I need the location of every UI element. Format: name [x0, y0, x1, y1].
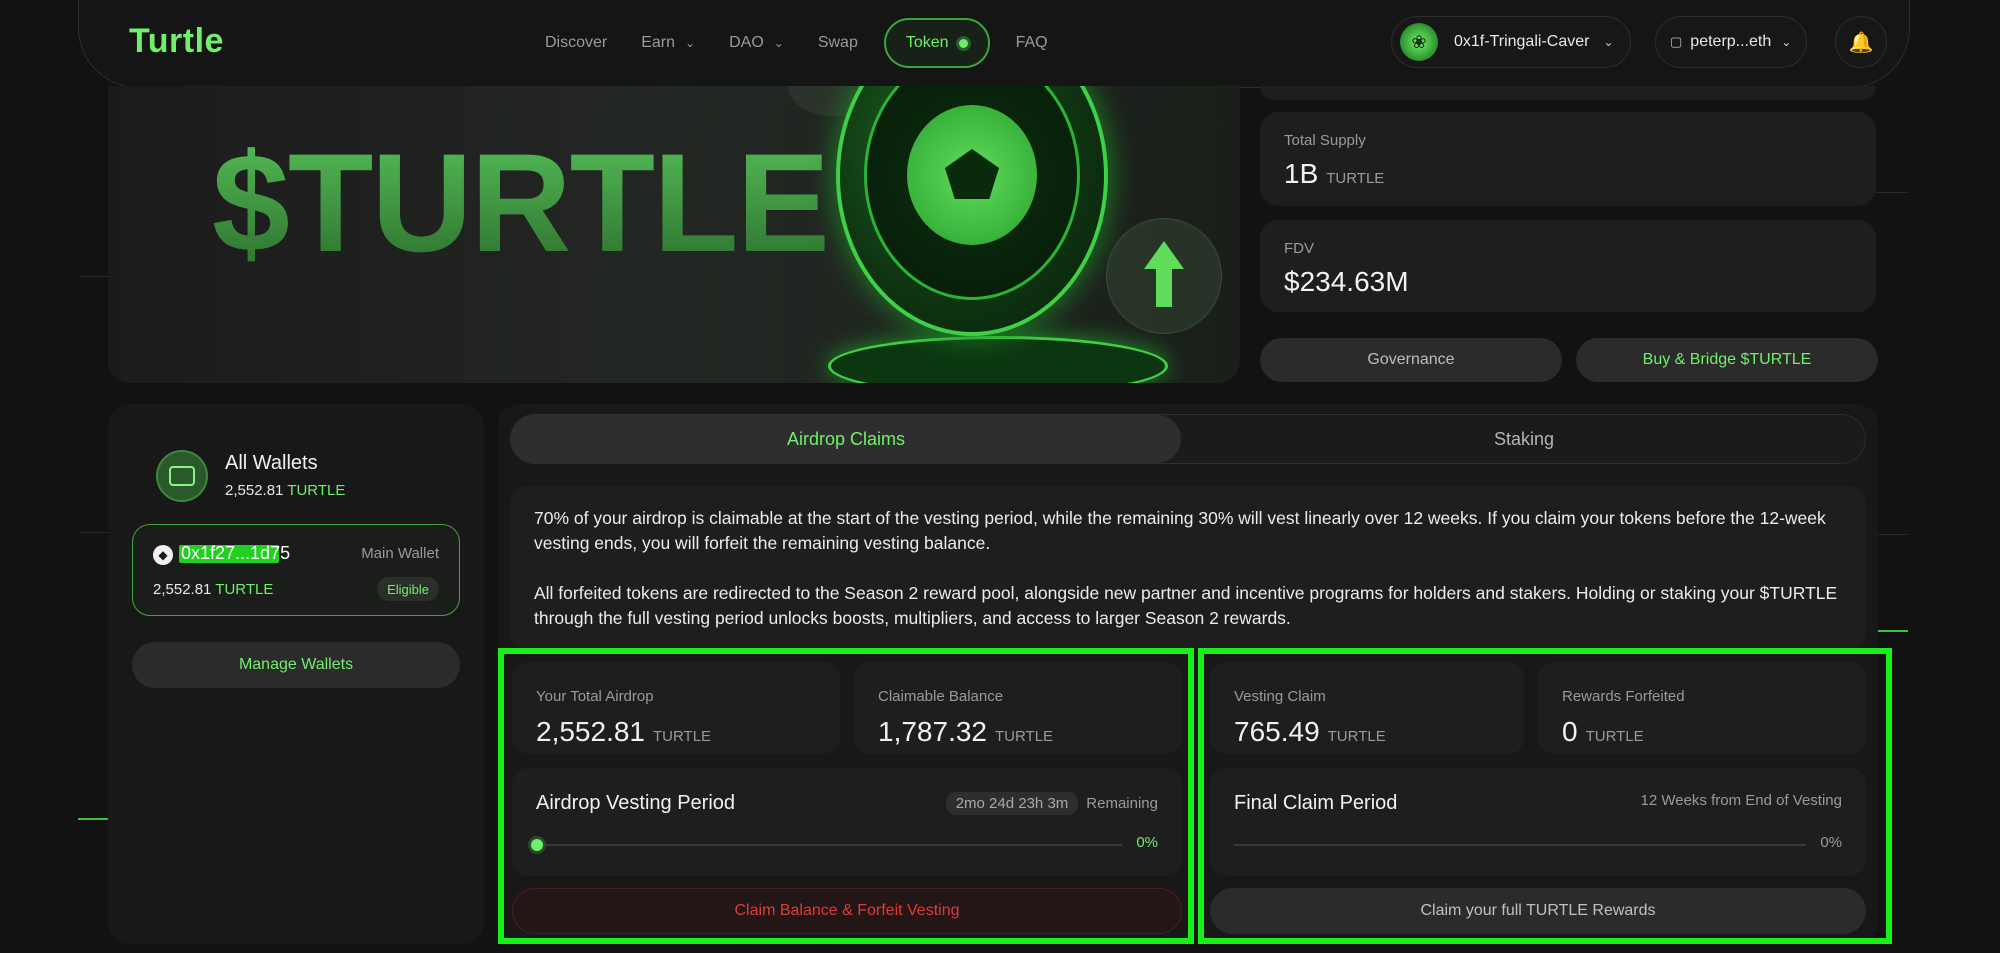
airdrop-info: 70% of your airdrop is claimable at the … — [510, 486, 1866, 650]
total-supply-card: Total Supply 1B TURTLE — [1260, 112, 1876, 206]
nav-link-label: Earn — [641, 34, 676, 51]
wallet-icon — [156, 450, 208, 502]
bg-line — [78, 818, 108, 820]
account-name: 0x1f-Tringali-Caver — [1454, 33, 1590, 50]
tab-staking[interactable]: Staking — [1181, 415, 1867, 463]
arrow-bubble — [1106, 218, 1222, 334]
total-supply-value: 1B — [1284, 158, 1319, 189]
ens-selector[interactable]: ▢ peterp...eth ⌄ — [1655, 16, 1807, 68]
avatar: ❀ — [1400, 23, 1438, 61]
wallets-panel: All Wallets 2,552.81 TURTLE ◆ 0x1f27...1… — [108, 404, 484, 944]
stat-label: FDV — [1284, 240, 1314, 257]
wallet-amount: 2,552.81 TURTLE — [153, 581, 273, 598]
wallet-item[interactable]: ◆ 0x1f27...1d75 Main Wallet 2,552.81 TUR… — [132, 524, 460, 616]
active-dot-icon — [958, 38, 968, 48]
nav-link-label: Token — [905, 34, 949, 51]
ethereum-icon: ◆ — [153, 545, 173, 565]
unit-label: TURTLE — [1326, 170, 1385, 187]
stat-card-top — [1260, 86, 1876, 100]
all-wallets-title: All Wallets — [225, 452, 318, 474]
stat-label: Total Supply — [1284, 132, 1366, 149]
nav-link-label: DAO — [729, 34, 764, 51]
tab-bar: Airdrop Claims Staking — [510, 414, 1866, 464]
highlight-box — [498, 648, 1194, 944]
status-badge: Eligible — [377, 577, 439, 601]
notifications-button[interactable]: 🔔 — [1835, 16, 1887, 68]
manage-wallets-button[interactable]: Manage Wallets — [132, 642, 460, 688]
nav-link-label: Discover — [545, 34, 608, 51]
wallet-address: 0x1f27...1d75 — [181, 543, 291, 563]
bg-line — [1876, 534, 1908, 535]
bg-line — [1876, 192, 1908, 193]
arrow-up-icon — [1144, 241, 1184, 311]
turtle-coin-icon — [836, 86, 1108, 336]
coin-face — [864, 86, 1080, 300]
nav-link-discover[interactable]: Discover — [545, 34, 607, 52]
nav-link-token[interactable]: Token — [883, 18, 990, 68]
fdv-value: $234.63M — [1284, 266, 1409, 297]
hero-title: $TURTLE — [212, 122, 830, 284]
account-selector[interactable]: ❀ 0x1f-Tringali-Caver ⌄ — [1391, 16, 1631, 68]
highlight-box — [1198, 648, 1892, 944]
fdv-card: FDV $234.63M — [1260, 220, 1876, 312]
nav-link-earn[interactable]: Earn ⌄ — [641, 34, 695, 52]
top-nav: Turtle Discover Earn ⌄ DAO ⌄ Swap Token FA… — [78, 0, 1910, 88]
info-paragraph: All forfeited tokens are redirected to t… — [534, 583, 1838, 628]
unit-label: TURTLE — [287, 482, 346, 499]
nav-link-swap[interactable]: Swap — [818, 34, 858, 52]
buy-bridge-button[interactable]: Buy & Bridge $TURTLE — [1576, 338, 1878, 382]
chevron-down-icon: ⌄ — [685, 36, 696, 50]
nav-link-label: Swap — [817, 34, 858, 51]
coin-pedestal — [828, 336, 1168, 383]
chevron-down-icon: ⌄ — [1781, 35, 1792, 49]
wallet-icon: ▢ — [1670, 34, 1683, 49]
nav-links: Discover Earn ⌄ DAO ⌄ Swap Token FAQ — [545, 16, 1082, 70]
logo[interactable]: Turtle — [129, 22, 224, 61]
unit-label: TURTLE — [215, 581, 274, 598]
amount: 2,552.81 — [225, 482, 284, 499]
chevron-down-icon: ⌄ — [773, 36, 784, 50]
info-paragraph: 70% of your airdrop is claimable at the … — [534, 508, 1826, 553]
amount: 2,552.81 — [153, 581, 212, 598]
bell-icon: 🔔 — [1848, 31, 1874, 54]
bg-line — [80, 532, 108, 533]
all-wallets-amount: 2,552.81 TURTLE — [225, 482, 345, 499]
bg-line — [80, 276, 108, 277]
nav-link-faq[interactable]: FAQ — [1016, 34, 1048, 52]
turtle-logo-icon — [907, 105, 1037, 245]
nav-link-label: FAQ — [1015, 34, 1048, 51]
tab-airdrop-claims[interactable]: Airdrop Claims — [511, 415, 1181, 463]
chevron-down-icon: ⌄ — [1603, 35, 1614, 49]
bg-line — [1876, 630, 1908, 632]
governance-button[interactable]: Governance — [1260, 338, 1562, 382]
nav-link-dao[interactable]: DAO ⌄ — [729, 34, 784, 52]
ens-name: peterp...eth — [1690, 33, 1772, 50]
wallet-tag: Main Wallet — [361, 545, 439, 562]
stat-value: 1B TURTLE — [1284, 158, 1384, 190]
hero-banner: $TURTLE — [108, 86, 1240, 383]
